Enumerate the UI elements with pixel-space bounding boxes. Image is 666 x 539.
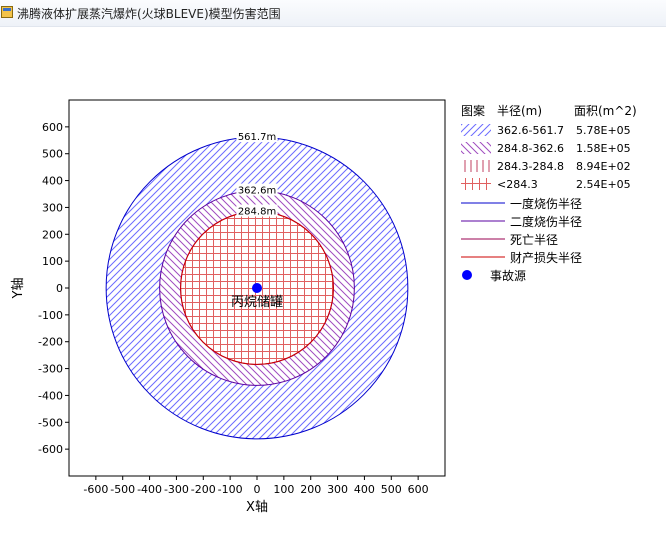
legend-area: 2.54E+05 — [576, 178, 631, 191]
radius-label-1: 362.6m — [238, 186, 276, 197]
legend-line-label: 二度烧伤半径 — [510, 214, 582, 229]
source-label: 丙烷储罐 — [231, 295, 283, 310]
x-tick-label: -200 — [191, 483, 216, 496]
y-tick-label: 100 — [42, 255, 63, 268]
legend: 图案 半径(m) 面积(m^2) 362.6-561.7 5.78E+05 284.8-3… — [461, 103, 637, 283]
legend-swatch-diag-back — [461, 142, 491, 154]
radius-label-2: 284.8m — [238, 207, 276, 218]
plot-area: 561.7m 362.6m 284.8m 丙烷储罐 — [68, 99, 446, 477]
legend-range: 284.3-284.8 — [497, 160, 564, 173]
y-tick-label: 600 — [42, 121, 63, 134]
legend-area: 5.78E+05 — [576, 124, 631, 137]
y-tick-label: -500 — [38, 416, 63, 429]
y-tick-label: 400 — [42, 175, 63, 188]
y-tick-label: 300 — [42, 201, 63, 214]
y-tick-label: 200 — [42, 228, 63, 241]
y-axis: -600 -500 -400 -300 -200 -100 0 100 200 300 400 500… — [38, 121, 69, 456]
y-tick-label: -300 — [38, 363, 63, 376]
bleve-damage-chart: 561.7m362.6m284.8m 丙烷储罐 -600 -500 -400 -300… — [11, 99, 637, 515]
y-tick-label: -600 — [38, 443, 63, 456]
x-tick-label: -100 — [218, 483, 243, 496]
app-icon — [1, 6, 13, 18]
x-tick-label: 300 — [327, 483, 348, 496]
window-title: 沸腾液体扩展蒸汽爆炸(火球BLEVE)模型伤害范围 — [17, 7, 281, 21]
y-tick-label: -400 — [38, 389, 63, 402]
x-tick-label: 200 — [300, 483, 321, 496]
x-tick-label: -500 — [110, 483, 135, 496]
x-axis: -600 -500 -400 -300 -200 -100 0 100 200 300 400 500… — [83, 476, 429, 496]
x-tick-label: 500 — [381, 483, 402, 496]
radius-label-0: 561.7m — [238, 132, 276, 143]
legend-source-marker — [462, 270, 472, 280]
legend-line-label: 一度烧伤半径 — [510, 196, 582, 211]
x-tick-label: -400 — [137, 483, 162, 496]
x-tick-label: -600 — [83, 483, 108, 496]
x-axis-label: X轴 — [246, 500, 268, 515]
legend-source-label: 事故源 — [490, 268, 526, 283]
legend-header-pattern: 图案 — [461, 103, 485, 118]
legend-area: 8.94E+02 — [576, 160, 631, 173]
title-bar[interactable]: 沸腾液体扩展蒸汽爆炸(火球BLEVE)模型伤害范围 — [0, 0, 666, 27]
legend-swatch-vertical — [461, 160, 491, 172]
legend-swatch-grid — [461, 178, 491, 190]
y-tick-label: -100 — [38, 309, 63, 322]
legend-line-label: 死亡半径 — [510, 233, 558, 247]
legend-area: 1.58E+05 — [576, 142, 631, 155]
y-tick-label: -200 — [38, 336, 63, 349]
legend-header-area: 面积(m^2) — [574, 104, 637, 118]
legend-range: 362.6-561.7 — [497, 124, 564, 137]
y-axis-label: Y轴 — [11, 278, 26, 300]
x-tick-label: 100 — [273, 483, 294, 496]
y-tick-label: 500 — [42, 148, 63, 161]
x-tick-label: 0 — [254, 483, 261, 496]
legend-range: 284.8-362.6 — [497, 142, 564, 155]
x-tick-label: 400 — [354, 483, 375, 496]
legend-swatch-diag-forward — [461, 124, 491, 136]
accident-source-point — [252, 283, 262, 293]
legend-line-label: 财产损失半径 — [510, 250, 582, 265]
legend-header-radius: 半径(m) — [497, 104, 542, 118]
x-tick-label: 600 — [408, 483, 429, 496]
legend-range: <284.3 — [497, 178, 538, 191]
y-tick-label: 0 — [56, 282, 63, 295]
x-tick-label: -300 — [164, 483, 189, 496]
